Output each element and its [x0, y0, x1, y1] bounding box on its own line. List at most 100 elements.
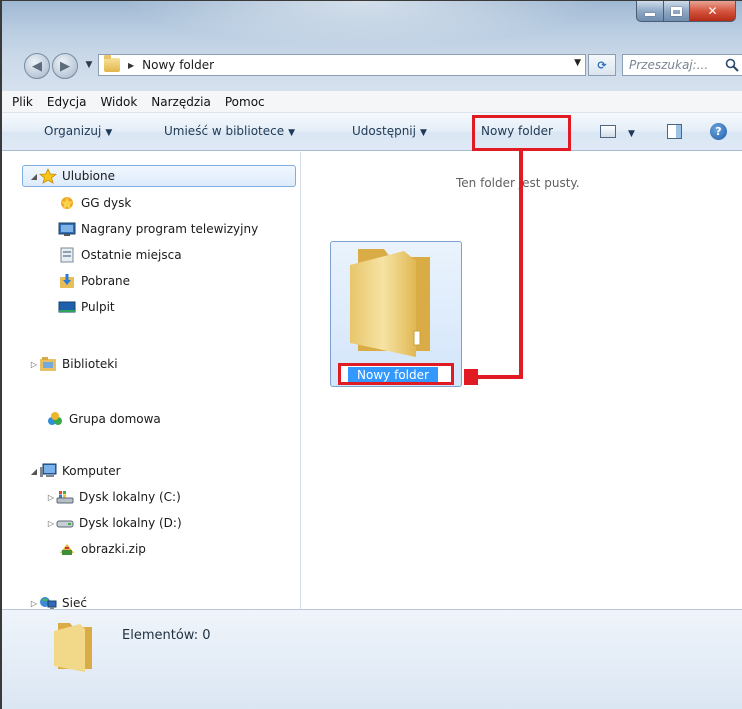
tree-item-desktop[interactable]: Pulpit [58, 296, 115, 318]
breadcrumb-current[interactable]: Nowy folder [142, 58, 214, 72]
change-view-icon[interactable] [600, 125, 616, 138]
arrow-right-icon: ▶ [60, 58, 70, 74]
preview-pane-icon[interactable] [667, 124, 682, 139]
refresh-button[interactable]: ⟳ [588, 54, 616, 76]
address-dropdown-icon[interactable]: ▼ [574, 58, 581, 68]
chevron-down-icon: ▼ [85, 60, 93, 70]
tree-label: Ulubione [62, 169, 116, 183]
menu-help[interactable]: Pomoc [225, 95, 265, 109]
command-bar: Organizuj ▼ Umieść w bibliotece ▼ Udostępn… [2, 113, 742, 151]
tree-item-downloads[interactable]: Pobrane [58, 270, 130, 292]
tree-label: Sieć [62, 596, 87, 610]
close-icon: ✕ [707, 4, 718, 18]
tree-label: Ostatnie miejsca [81, 248, 182, 262]
back-button[interactable]: ◀ [24, 53, 50, 79]
expand-icon[interactable]: ▷ [46, 493, 56, 502]
tree-label: Dysk lokalny (D:) [79, 516, 182, 530]
tree-item-recent-places[interactable]: Ostatnie miejsca [58, 244, 182, 266]
close-button[interactable]: ✕ [690, 1, 736, 22]
empty-folder-message: Ten folder jest pusty. [456, 176, 580, 190]
include-in-library-button[interactable]: Umieść w bibliotece ▼ [164, 124, 295, 138]
collapse-icon[interactable]: ◢ [29, 467, 39, 476]
organize-button[interactable]: Organizuj ▼ [44, 124, 112, 138]
minimize-button[interactable] [636, 1, 664, 22]
folder-icon [350, 249, 430, 357]
tree-item-libraries[interactable]: ▷ Biblioteki [29, 353, 118, 375]
tree-label: Grupa domowa [69, 412, 161, 426]
refresh-icon: ⟳ [597, 58, 607, 72]
homegroup-icon [46, 411, 64, 427]
arrow-left-icon: ◀ [32, 58, 42, 74]
collapse-icon[interactable]: ◢ [29, 172, 39, 181]
monitor-icon [58, 221, 76, 237]
tree-item-drive-d[interactable]: ▷ Dysk lokalny (D:) [46, 512, 182, 534]
new-folder-button[interactable]: Nowy folder [481, 124, 553, 138]
folder-icon [104, 55, 120, 72]
tree-label: obrazki.zip [81, 542, 146, 556]
zip-archive-icon [58, 541, 76, 557]
desktop-icon [58, 299, 76, 315]
tree-label: Dysk lokalny (C:) [79, 490, 181, 504]
item-count: Elementów: 0 [122, 628, 211, 643]
menu-bar: Plik Edycja Widok Narzędzia Pomoc [2, 91, 742, 113]
share-button[interactable]: Udostępnij ▼ [352, 124, 427, 138]
explorer-window: ✕ ◀ ▶ ▼ ▶ Nowy folder ▼ ⟳ Przeszukaj:...… [0, 0, 742, 709]
maximize-button[interactable] [664, 1, 690, 22]
computer-icon [39, 463, 57, 479]
search-icon[interactable] [725, 58, 739, 72]
chevron-down-icon: ▼ [628, 129, 635, 139]
search-input[interactable]: Przeszukaj:... [629, 58, 708, 72]
view-options-dropdown[interactable]: ▼ [624, 125, 635, 139]
menu-file[interactable]: Plik [12, 95, 33, 109]
recent-pages-dropdown[interactable]: ▼ [82, 57, 96, 73]
tree-item-zip[interactable]: obrazki.zip [58, 538, 146, 560]
callout-arrow-head [464, 369, 478, 385]
tree-item-favorites[interactable]: ◢ Ulubione [29, 165, 115, 187]
tree-label: Pobrane [81, 274, 131, 288]
hard-drive-icon [56, 515, 74, 531]
new-folder-label: Nowy folder [481, 124, 553, 138]
details-pane [2, 609, 742, 709]
expand-icon[interactable]: ▷ [29, 360, 39, 369]
menu-view[interactable]: Widok [100, 95, 137, 109]
tree-item-homegroup[interactable]: Grupa domowa [46, 408, 161, 430]
menu-tools[interactable]: Narzędzia [151, 95, 211, 109]
title-bar: ✕ ◀ ▶ ▼ ▶ Nowy folder ▼ ⟳ Przeszukaj:... [2, 1, 742, 91]
minimize-icon [645, 12, 655, 16]
recent-places-icon [58, 247, 76, 263]
tree-label: Komputer [62, 464, 121, 478]
help-icon[interactable]: ? [710, 123, 727, 140]
title-sheen [122, 1, 602, 47]
expand-icon[interactable]: ▷ [46, 519, 56, 528]
libraries-icon [39, 356, 57, 372]
maximize-icon [671, 6, 682, 16]
tree-item-gg-drive[interactable]: GG dysk [58, 192, 131, 214]
chevron-down-icon: ▼ [105, 128, 113, 138]
address-bar[interactable]: ▶ Nowy folder ▼ [98, 54, 586, 76]
callout-line-vertical [519, 151, 523, 379]
tree-item-drive-c[interactable]: ▷ Dysk lokalny (C:) [46, 486, 181, 508]
breadcrumb-separator-icon[interactable]: ▶ [128, 61, 134, 70]
window-controls: ✕ [636, 1, 736, 23]
tree-label: GG dysk [81, 196, 132, 210]
gg-drive-icon [58, 195, 76, 211]
tree-label: Biblioteki [62, 357, 118, 371]
downloads-icon [58, 273, 76, 289]
navigation-pane: ◢ Ulubione GG dysk Nagrany program telew… [2, 152, 301, 610]
tree-item-recorded-tv[interactable]: Nagrany program telewizyjny [58, 218, 258, 240]
system-drive-icon [56, 489, 74, 505]
tree-label: Pulpit [81, 300, 115, 314]
folder-name-edit[interactable]: Nowy folder [348, 367, 438, 382]
chevron-down-icon: ▼ [419, 128, 427, 138]
details-folder-icon [54, 623, 92, 672]
callout-line-horizontal [472, 375, 522, 379]
star-icon [39, 168, 57, 184]
forward-button[interactable]: ▶ [52, 53, 78, 79]
chevron-down-icon: ▼ [288, 128, 296, 138]
search-box[interactable]: Przeszukaj:... [622, 54, 742, 76]
tree-label: Nagrany program telewizyjny [81, 222, 259, 236]
organize-label: Organizuj [44, 124, 102, 138]
tree-item-computer[interactable]: ◢ Komputer [29, 460, 121, 482]
expand-icon[interactable]: ▷ [29, 599, 39, 608]
menu-edit[interactable]: Edycja [47, 95, 87, 109]
